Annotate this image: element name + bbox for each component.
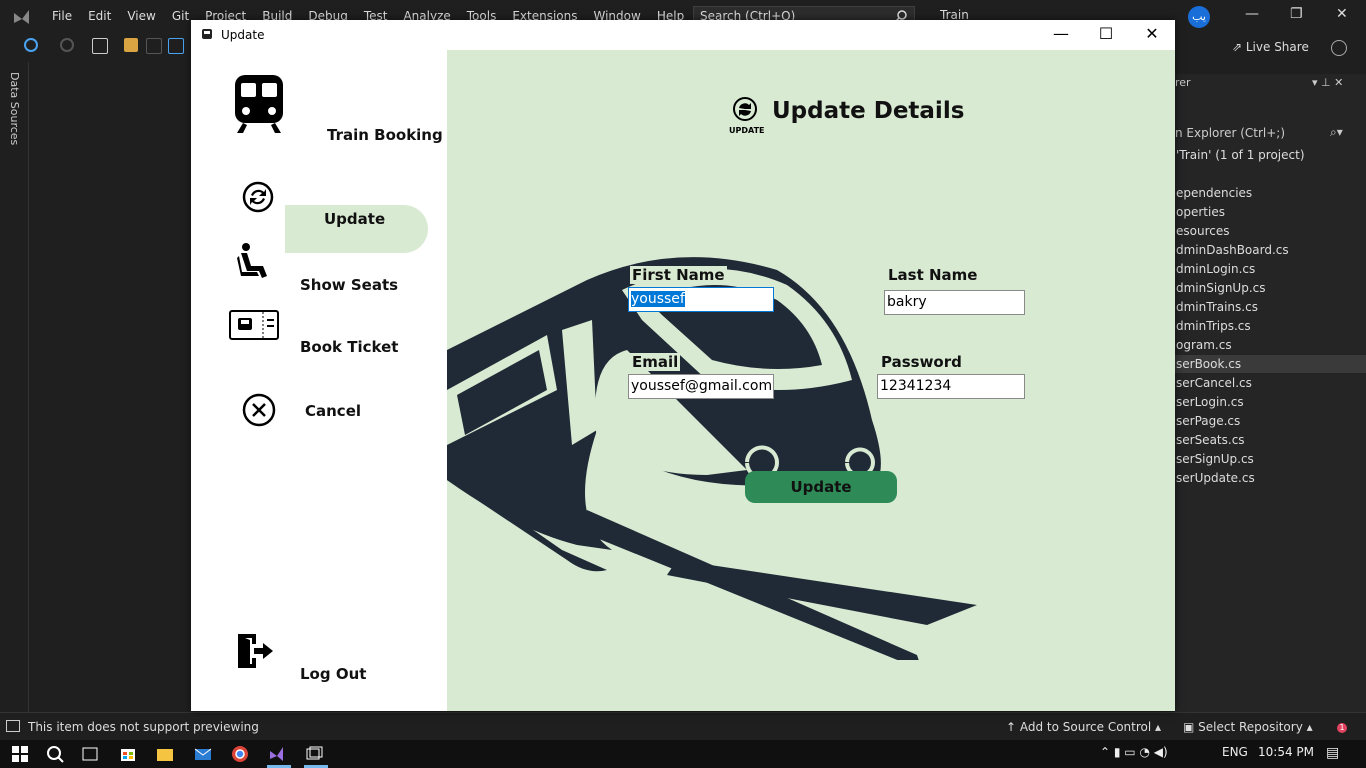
source-control-label: Add to Source Control [1019, 720, 1152, 734]
solution-tree-item[interactable]: serSignUp.cs [1176, 452, 1254, 466]
solution-tree-item[interactable]: dminDashBoard.cs [1176, 243, 1289, 257]
first-name-value: youssef [631, 291, 685, 307]
preview-icon [6, 720, 20, 732]
last-name-field[interactable]: bakry [884, 290, 1025, 315]
solution-tree-item[interactable]: serCancel.cs [1176, 376, 1252, 390]
solution-tree-item[interactable]: dminTrips.cs [1176, 319, 1251, 333]
menu-file[interactable]: File [44, 8, 80, 24]
restore-icon[interactable]: ❐ [1290, 6, 1303, 22]
chrome-icon[interactable] [230, 744, 250, 764]
live-share-label: Live Share [1245, 40, 1309, 54]
solution-tree-item[interactable]: serLogin.cs [1176, 395, 1244, 409]
logout-icon [238, 634, 273, 668]
email-label: Email [630, 353, 681, 371]
close-button[interactable]: ✕ [1129, 24, 1175, 43]
train-app-icon [202, 29, 212, 39]
save-icon[interactable] [146, 38, 162, 54]
app-window-icon[interactable] [304, 744, 324, 764]
add-source-control-button[interactable]: ↑ Add to Source Control ▴ [1006, 720, 1161, 734]
forward-icon[interactable] [60, 38, 74, 52]
solution-tree-item[interactable]: dminTrains.cs [1176, 300, 1258, 314]
solution-tree-item[interactable]: dminSignUp.cs [1176, 281, 1265, 295]
notifications-icon[interactable]: ▤ [1326, 745, 1339, 761]
solution-tree-item[interactable]: serBook.cs [1176, 357, 1241, 371]
solution-tree-item[interactable]: ogram.cs [1176, 338, 1232, 352]
avatar[interactable]: یب [1188, 6, 1210, 28]
sidebar: Train Booking Update Show Seats Book Tic… [191, 50, 447, 711]
save-all-icon[interactable] [168, 38, 184, 54]
update-dialog: Update — ☐ ✕ Train Booking Update Show S… [191, 20, 1175, 711]
refresh-icon [242, 181, 274, 213]
solution-tree-item[interactable]: ependencies [1176, 186, 1252, 200]
search-icon: ⌕▾ [1330, 125, 1343, 139]
solution-explorer-title: rer [1175, 76, 1191, 89]
nav-logout[interactable]: Log Out [300, 665, 366, 683]
solution-node[interactable]: 'Train' (1 of 1 project) [1176, 148, 1305, 162]
update-button[interactable]: Update [745, 471, 897, 503]
panel-options-icon[interactable]: ▾ ⊥ ✕ [1312, 76, 1343, 89]
solution-explorer [1175, 74, 1366, 712]
feedback-icon[interactable] [1331, 40, 1347, 56]
nav-show-seats[interactable]: Show Seats [300, 276, 398, 294]
solution-tree-item[interactable]: serUpdate.cs [1176, 471, 1255, 485]
live-share-button[interactable]: ⇗ Live Share [1232, 40, 1309, 54]
close-icon[interactable]: ✕ [1336, 6, 1348, 22]
first-name-field[interactable]: youssef [628, 287, 774, 312]
seat-icon [237, 243, 267, 278]
language-indicator[interactable]: ENG [1222, 745, 1248, 759]
train-logo-icon [235, 75, 283, 133]
search-icon[interactable] [45, 744, 65, 764]
dialog-titlebar: Update — ☐ ✕ [191, 20, 1175, 50]
select-repository-button[interactable]: ▣ Select Repository ▴ [1183, 720, 1313, 734]
open-folder-icon[interactable] [124, 38, 138, 52]
store-icon[interactable] [118, 744, 138, 764]
file-explorer-icon[interactable] [155, 744, 175, 764]
back-icon[interactable] [24, 38, 38, 52]
repo-label: Select Repository [1198, 720, 1303, 734]
left-tool-strip [0, 62, 29, 712]
page-title: Update Details [772, 98, 965, 124]
main-panel: UPDATE Update Details First Name youssef… [447, 50, 1175, 711]
maximize-button[interactable]: ☐ [1083, 24, 1129, 43]
brand-title: Train Booking [327, 126, 443, 144]
solution-tree-item[interactable]: operties [1176, 205, 1225, 219]
notification-badge[interactable]: 1 [1337, 723, 1347, 733]
system-tray-icons[interactable]: ⌃ ▮ ▭ ◔ ◀) [1100, 745, 1168, 759]
update-icon-caption: UPDATE [729, 126, 765, 135]
cancel-icon [242, 393, 276, 427]
menu-view[interactable]: View [119, 8, 163, 24]
mail-icon[interactable] [193, 744, 213, 764]
minimize-icon[interactable]: — [1245, 6, 1259, 22]
email-field[interactable]: youssef@gmail.com [628, 374, 774, 399]
clock[interactable]: 10:54 PM [1258, 745, 1314, 759]
password-field[interactable]: 12341234 [877, 374, 1025, 399]
nav-book-ticket[interactable]: Book Ticket [300, 338, 398, 356]
nav-cancel[interactable]: Cancel [305, 402, 361, 420]
solution-tree-item[interactable]: serPage.cs [1176, 414, 1240, 428]
solution-tree-item[interactable]: esources [1176, 224, 1229, 238]
solution-tree-item[interactable]: dminLogin.cs [1176, 262, 1255, 276]
ticket-icon [229, 310, 279, 340]
visual-studio-logo-icon [14, 10, 29, 24]
minimize-button[interactable]: — [1038, 24, 1084, 43]
last-name-label: Last Name [886, 266, 980, 284]
windows-start-icon[interactable] [10, 744, 30, 764]
dialog-title: Update [221, 28, 265, 42]
solution-tree-item[interactable]: serSeats.cs [1176, 433, 1245, 447]
status-message: This item does not support previewing [28, 720, 259, 734]
new-project-icon[interactable] [92, 38, 108, 54]
task-view-icon[interactable] [80, 744, 100, 764]
nav-update-label[interactable]: Update [324, 210, 385, 228]
menu-edit[interactable]: Edit [80, 8, 119, 24]
first-name-label: First Name [630, 266, 727, 284]
visual-studio-taskbar-icon[interactable] [267, 744, 287, 764]
data-sources-tab[interactable]: Data Sources [8, 72, 21, 145]
password-label: Password [879, 353, 964, 371]
